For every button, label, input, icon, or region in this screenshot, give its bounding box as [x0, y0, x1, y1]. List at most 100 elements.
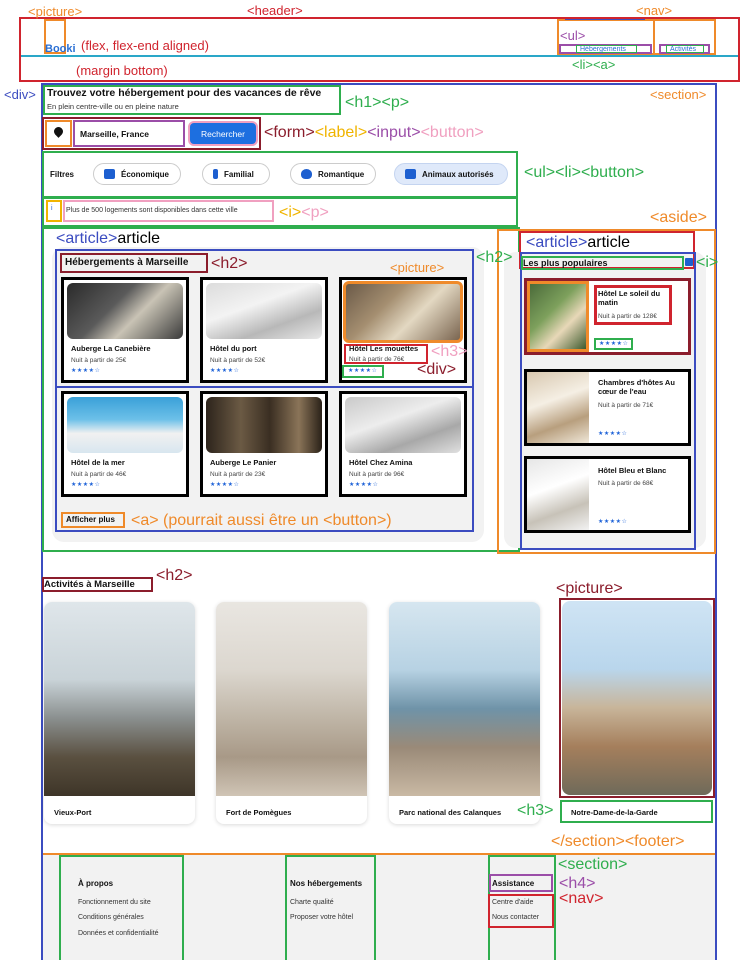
- ul-li-button-annotation: <ul><li><button>: [524, 164, 645, 181]
- margin-annotation: (margin bottom): [76, 63, 168, 78]
- hebergement-price: Nuit à partir de 76€: [349, 356, 405, 363]
- hebergements-title: Hébergements à Marseille: [65, 257, 189, 268]
- hebergement-name: Hôtel de la mer: [71, 458, 125, 467]
- hebergement-photo: [345, 397, 461, 453]
- popular-price: Nuit à partir de 71€: [598, 402, 654, 409]
- show-more-link[interactable]: Afficher plus: [66, 515, 115, 524]
- activity-photo: [216, 602, 367, 796]
- popular-photo: [527, 459, 589, 530]
- rating-stars-icon: ★★★★☆: [598, 431, 628, 437]
- rating-stars-icon: ★★★★☆: [348, 368, 378, 374]
- page-subtitle: En plein centre-ville ou en pleine natur…: [47, 102, 179, 111]
- section-annotation: <section>: [650, 87, 707, 102]
- filters-label: Filtres: [50, 170, 75, 179]
- filter-romantique-button[interactable]: Romantique: [290, 163, 376, 185]
- activites-title: Activités à Marseille: [44, 579, 135, 590]
- logo[interactable]: Booki: [45, 43, 76, 55]
- li-a-annotation: <li><a>: [572, 57, 616, 72]
- picture-act-annotation: <picture>: [556, 580, 623, 597]
- picture-annotation: <picture>: [28, 4, 83, 19]
- h3-act-annotation: <h3>: [517, 802, 554, 819]
- i-p-annotation: <i><p>: [279, 204, 329, 221]
- footer-column-box: [59, 855, 184, 960]
- h2-act-annotation: <h2>: [156, 567, 193, 584]
- footer-column-box: [285, 855, 376, 960]
- filter-label: Économique: [121, 169, 170, 179]
- nav-link-activites[interactable]: Activités: [670, 46, 696, 53]
- search-button[interactable]: Rechercher: [188, 121, 258, 146]
- rating-stars-icon: ★★★★☆: [349, 482, 379, 488]
- header-divider-line: [21, 55, 738, 57]
- h1-annotation: <h1><p>: [345, 94, 410, 111]
- hebergement-price: Nuit à partir de 46€: [71, 471, 127, 478]
- hebergement-price: Nuit à partir de 52€: [210, 357, 266, 364]
- heart-icon: [301, 169, 312, 179]
- footer-link[interactable]: Conditions générales: [78, 914, 144, 921]
- hebergement-photo: [67, 397, 183, 453]
- rating-stars-icon: ★★★★☆: [71, 482, 101, 488]
- h3-annotation: <h3>: [431, 343, 468, 360]
- activity-photo: [562, 601, 712, 795]
- footer-title: Nos hébergements: [290, 879, 363, 888]
- hebergement-price: Nuit à partir de 23€: [210, 471, 266, 478]
- flex-annotation: (flex, flex-end aligned): [81, 38, 209, 53]
- activity-photo: [389, 602, 540, 796]
- activity-name: Notre-Dame-de-la-Garde: [571, 808, 658, 817]
- filter-label: Familial: [224, 169, 254, 179]
- footer-link[interactable]: Données et confidentialité: [78, 930, 159, 937]
- card-grid-divider: [57, 386, 472, 388]
- money-icon: [104, 169, 115, 179]
- hebergement-price: Nuit à partir de 96€: [349, 471, 405, 478]
- search-input[interactable]: Marseille, France: [80, 129, 149, 139]
- filter-label: Animaux autorisés: [422, 169, 494, 179]
- filter-familial-button[interactable]: Familial: [202, 163, 270, 185]
- form-annotation: <form><label><input><button>: [264, 124, 484, 141]
- nav-foot-annotation: <nav>: [559, 890, 604, 907]
- nav-divider: [653, 19, 655, 55]
- page-title: Trouvez votre hébergement pour des vacan…: [47, 87, 322, 99]
- popular-photo: [527, 372, 589, 443]
- h2-annotation: <h2>: [211, 255, 248, 272]
- hebergement-photo: [206, 283, 322, 339]
- div-card-annotation: <div>: [417, 361, 457, 378]
- hebergement-name: Hôtel du port: [210, 344, 257, 353]
- dog-icon: [405, 169, 416, 179]
- ul-annotation: <ul>: [560, 28, 586, 43]
- rating-stars-icon: ★★★★☆: [210, 482, 240, 488]
- nav-underline: [565, 19, 645, 20]
- rating-stars-icon: ★★★★☆: [71, 368, 101, 374]
- activity-name: Vieux-Port: [54, 808, 92, 817]
- hebergement-name: Auberge La Canebière: [71, 344, 151, 353]
- div-annotation: <div>: [4, 87, 36, 102]
- popular-photo: [527, 281, 589, 352]
- nav-link-hebergements[interactable]: Hébergements: [580, 46, 626, 53]
- popular-name: Hôtel Bleu et Blanc: [598, 466, 667, 475]
- section-foot-annotation: <section>: [558, 856, 628, 873]
- filter-label: Romantique: [318, 169, 365, 179]
- hebergement-photo: [67, 283, 183, 339]
- footer-link[interactable]: Proposer votre hôtel: [290, 914, 353, 921]
- footer-link[interactable]: Centre d'aide: [492, 899, 533, 906]
- info-icon: i: [51, 205, 53, 212]
- footer-title: À propos: [78, 879, 114, 888]
- activity-name: Fort de Pomègues: [226, 808, 292, 817]
- nav-annotation: <nav>: [636, 3, 673, 18]
- hebergement-photo: [206, 397, 322, 453]
- footer-link[interactable]: Charte qualité: [290, 899, 334, 906]
- footer-link[interactable]: Nous contacter: [492, 914, 539, 921]
- section-footer-annotation: </section><footer>: [551, 833, 685, 850]
- picture-card-annotation: <picture>: [390, 260, 445, 275]
- rating-stars-icon: ★★★★☆: [210, 368, 240, 374]
- i-aside-annotation: <i>: [696, 254, 719, 271]
- hebergement-name: Hôtel Les mouettes: [349, 344, 419, 353]
- filter-animaux-button[interactable]: Animaux autorisés: [394, 163, 508, 185]
- filter-economique-button[interactable]: Économique: [93, 163, 181, 185]
- aside-title: Les plus populaires: [523, 258, 608, 268]
- popular-name: Chambres d'hôtes Au cœur de l'eau: [598, 378, 675, 396]
- info-icon-box: [46, 200, 62, 222]
- footer-link[interactable]: Fonctionnement du site: [78, 899, 151, 906]
- activity-photo: [44, 602, 195, 796]
- info-text: Plus de 500 logements sont disponibles d…: [66, 207, 238, 214]
- footer-title: Assistance: [492, 879, 535, 888]
- trending-icon: [685, 258, 693, 266]
